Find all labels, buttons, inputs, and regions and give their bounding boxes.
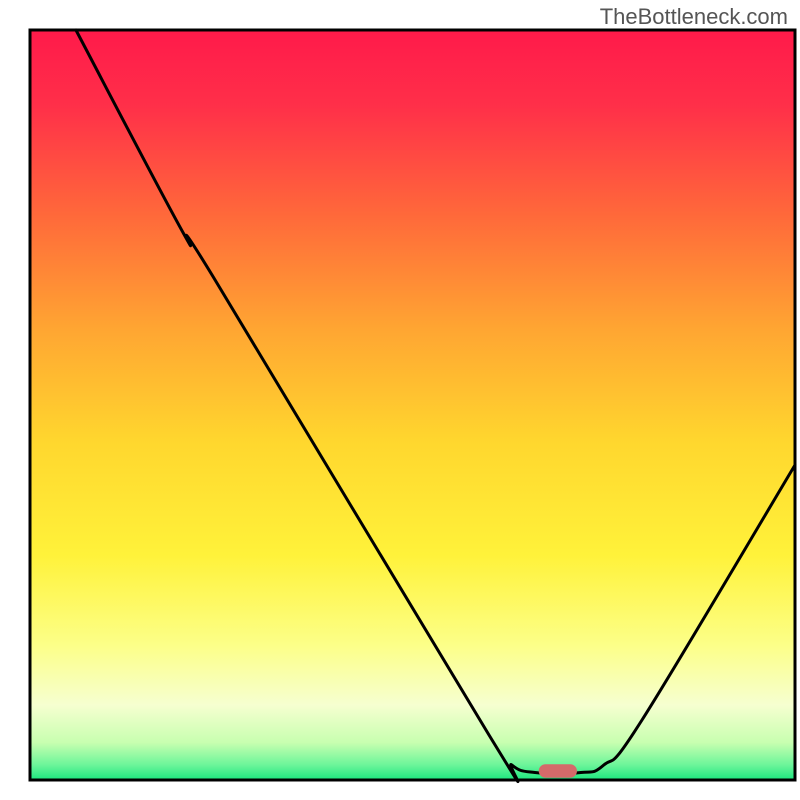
- gradient-background: [30, 30, 795, 780]
- chart-svg: [0, 0, 800, 800]
- watermark-text: TheBottleneck.com: [600, 4, 788, 30]
- bottleneck-chart: TheBottleneck.com: [0, 0, 800, 800]
- optimal-pill: [539, 764, 577, 778]
